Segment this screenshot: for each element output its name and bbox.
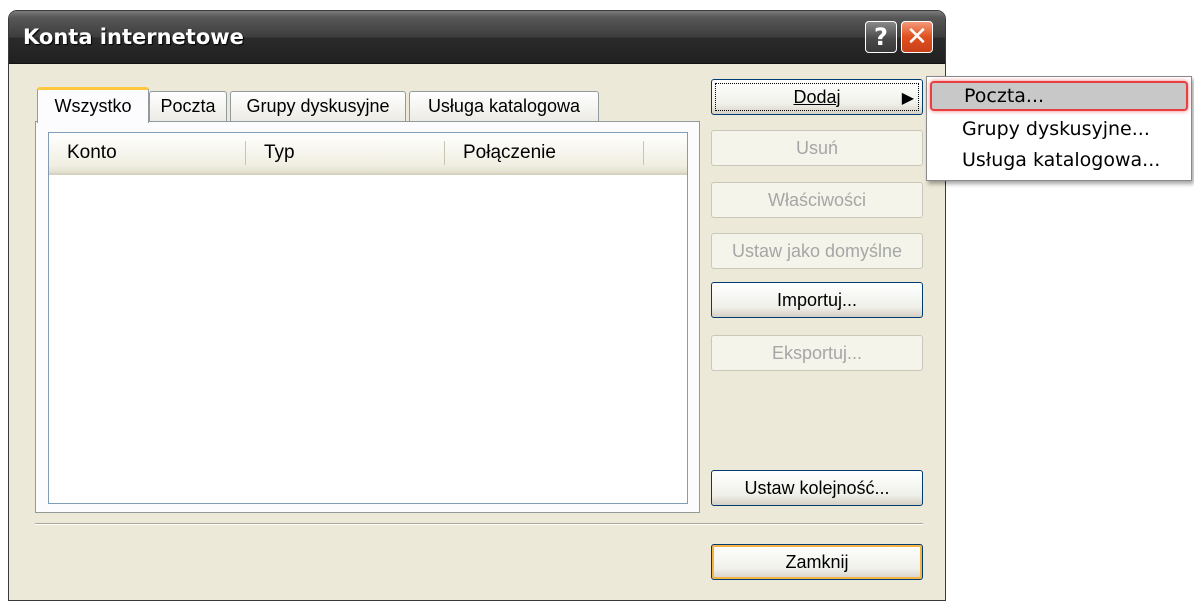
column-label: Konto [67, 142, 117, 163]
tab-grupy-dyskusyjne[interactable]: Grupy dyskusyjne [230, 91, 406, 121]
tab-label: Usługa katalogowa [427, 96, 581, 116]
properties-button[interactable]: Właściwości [711, 182, 923, 218]
set-order-button[interactable]: Ustaw kolejność... [711, 470, 923, 506]
export-button[interactable]: Eksportuj... [711, 335, 923, 371]
properties-button-label: Właściwości [767, 189, 866, 210]
tab-panel: Konto Typ Połączenie [35, 121, 700, 513]
set-default-button-label: Ustaw jako domyślne [731, 240, 903, 261]
tab-wszystko[interactable]: Wszystko [37, 87, 149, 123]
set-order-button-label: Ustaw kolejność... [744, 477, 890, 498]
close-window-button[interactable]: ✕ [901, 21, 933, 53]
close-icon: ✕ [906, 22, 928, 52]
title-bar[interactable]: Konta internetowe ? ✕ [9, 11, 945, 64]
help-button[interactable]: ? [865, 21, 897, 53]
add-button[interactable]: Dodaj ▶ [711, 79, 923, 115]
accounts-list[interactable]: Konto Typ Połączenie [48, 132, 688, 504]
export-button-label: Eksportuj... [771, 342, 863, 363]
window-title: Konta internetowe [23, 25, 244, 49]
help-icon: ? [874, 23, 888, 51]
close-button[interactable]: Zamknij [711, 544, 923, 580]
tab-label: Grupy dyskusyjne [246, 96, 390, 116]
import-button[interactable]: Importuj... [711, 282, 923, 318]
add-dropdown-menu: Poczta... Grupy dyskusyjne... Usługa kat… [926, 76, 1192, 181]
close-button-label: Zamknij [785, 551, 849, 572]
dialog-window: Konta internetowe ? ✕ Wszystko Poczta Gr… [8, 10, 946, 601]
menu-item-label: Grupy dyskusyjne... [962, 118, 1150, 140]
tab-label: Wszystko [54, 96, 132, 116]
column-header-konto[interactable]: Konto [49, 133, 245, 173]
divider-line [35, 523, 923, 525]
tab-poczta[interactable]: Poczta [149, 91, 227, 121]
list-header: Konto Typ Połączenie [49, 133, 687, 175]
column-header-polaczenie[interactable]: Połączenie [445, 133, 643, 173]
tab-usluga-katalogowa[interactable]: Usługa katalogowa [409, 91, 599, 121]
menu-item-grupy-dyskusyjne[interactable]: Grupy dyskusyjne... [930, 114, 1188, 144]
column-divider[interactable] [643, 141, 644, 165]
menu-item-usluga-katalogowa[interactable]: Usługa katalogowa... [930, 145, 1188, 175]
menu-item-poczta[interactable]: Poczta... [930, 81, 1188, 111]
set-default-button[interactable]: Ustaw jako domyślne [711, 233, 923, 269]
menu-item-label: Usługa katalogowa... [962, 149, 1161, 171]
remove-button[interactable]: Usuń [711, 130, 923, 166]
column-header-typ[interactable]: Typ [246, 133, 444, 173]
import-button-label: Importuj... [776, 289, 858, 310]
add-button-label: Dodaj [793, 86, 841, 107]
submenu-arrow-icon: ▶ [901, 90, 914, 107]
menu-item-label: Poczta... [964, 85, 1045, 107]
column-label: Połączenie [463, 142, 556, 163]
tab-label: Poczta [160, 96, 216, 116]
remove-button-label: Usuń [795, 137, 839, 158]
column-label: Typ [264, 142, 295, 163]
